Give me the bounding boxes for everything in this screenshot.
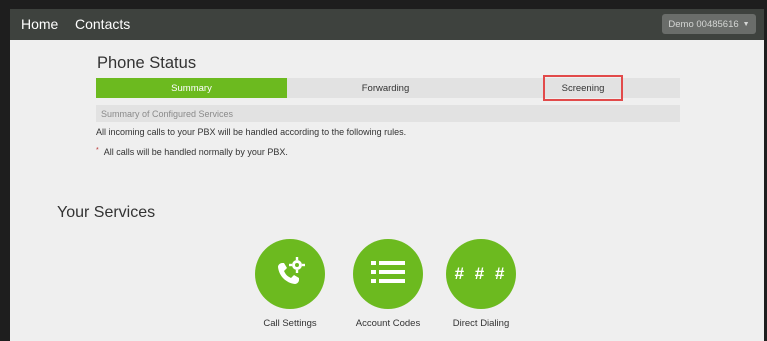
account-label: Demo 00485616 xyxy=(668,18,739,30)
account-dropdown-button[interactable]: Demo 00485616 ▼ xyxy=(662,14,756,34)
phone-status-tabs: Summary Forwarding Screening xyxy=(96,78,680,98)
top-nav-bar: Home Contacts Demo 00485616 ▼ xyxy=(10,9,764,40)
bullet-icon: * xyxy=(96,147,99,154)
tab-screening[interactable]: Screening xyxy=(545,77,621,99)
tab-summary-label: Summary xyxy=(171,82,212,94)
phone-gear-icon xyxy=(270,252,310,297)
app-frame: Home Contacts Demo 00485616 ▼ Phone Stat… xyxy=(10,9,764,341)
caret-down-icon: ▼ xyxy=(742,20,750,28)
tab-forwarding[interactable]: Forwarding xyxy=(287,78,484,98)
nav-contacts-link[interactable]: Contacts xyxy=(75,16,130,32)
service-call-settings-label: Call Settings xyxy=(263,318,317,329)
summary-header: Summary of Configured Services xyxy=(96,105,680,122)
nav-home-link[interactable]: Home xyxy=(21,16,58,32)
service-call-settings-circle xyxy=(255,239,325,309)
service-account-codes-label: Account Codes xyxy=(355,318,421,329)
service-account-codes[interactable]: Account Codes xyxy=(343,239,433,329)
service-direct-dialing-label: Direct Dialing xyxy=(452,318,510,329)
service-direct-dialing-circle: # # # xyxy=(446,239,516,309)
service-call-settings[interactable]: Call Settings xyxy=(245,239,335,329)
tab-forwarding-label: Forwarding xyxy=(361,82,410,94)
tab-screening-label: Screening xyxy=(561,82,605,94)
phone-status-title: Phone Status xyxy=(97,54,197,72)
tab-summary[interactable]: Summary xyxy=(96,78,287,98)
list-icon xyxy=(368,257,408,292)
service-direct-dialing[interactable]: # # # Direct Dialing xyxy=(436,239,526,329)
rule-item: * All calls will be handled normally by … xyxy=(96,147,288,157)
your-services-title: Your Services xyxy=(57,204,156,221)
service-account-codes-circle xyxy=(353,239,423,309)
hash-icon: # # # xyxy=(454,264,508,283)
rule-text: All calls will be handled normally by yo… xyxy=(103,147,288,157)
rules-intro-text: All incoming calls to your PBX will be h… xyxy=(96,127,407,137)
